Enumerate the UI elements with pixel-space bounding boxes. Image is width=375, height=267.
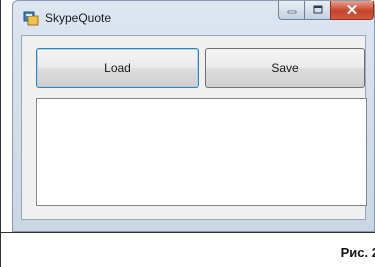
minimize-icon bbox=[287, 1, 297, 19]
figure-caption: Рис. 2 bbox=[340, 245, 375, 260]
window-title: SkypeQuote bbox=[45, 11, 112, 25]
minimize-button[interactable] bbox=[278, 1, 304, 20]
client-area: Load Save bbox=[21, 35, 367, 220]
maximize-icon bbox=[313, 1, 323, 19]
load-button[interactable]: Load bbox=[36, 48, 199, 88]
caption-buttons bbox=[278, 1, 374, 21]
figure-left-border bbox=[0, 0, 1, 267]
maximize-button[interactable] bbox=[304, 1, 330, 20]
save-button[interactable]: Save bbox=[205, 48, 365, 88]
close-icon bbox=[347, 1, 357, 19]
figure-divider bbox=[0, 232, 375, 233]
close-button[interactable] bbox=[330, 1, 374, 20]
quote-textbox[interactable] bbox=[36, 98, 367, 206]
title-bar[interactable]: SkypeQuote bbox=[13, 1, 374, 35]
app-icon bbox=[23, 10, 39, 26]
app-window: SkypeQuote Load Save bbox=[12, 0, 375, 232]
figure-page: SkypeQuote Load Save Рис. bbox=[0, 0, 375, 267]
